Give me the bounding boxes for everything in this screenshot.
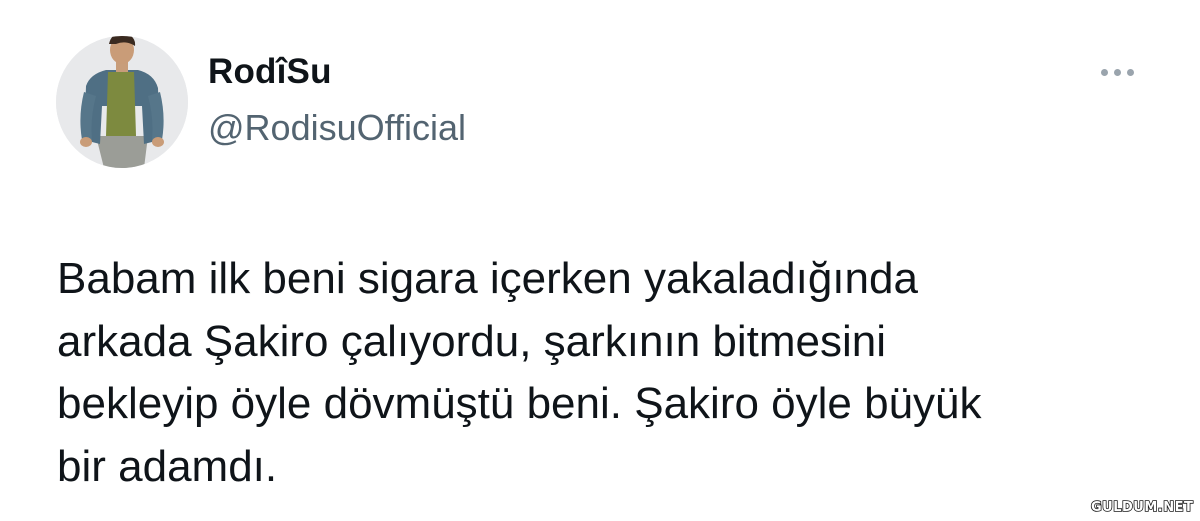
dot	[1114, 68, 1121, 76]
dot	[1101, 68, 1108, 76]
avatar-image	[56, 36, 188, 168]
more-options-button[interactable]	[1097, 60, 1143, 84]
display-name[interactable]: RodîSu	[208, 52, 332, 92]
tweet-text-line: Babam ilk beni sigara içerken yakaladığı…	[57, 254, 918, 303]
tweet-text-line: bir adamdı.	[57, 441, 278, 491]
tweet-text-line: bekleyip öyle dövmüştü beni. Şakiro öyle…	[57, 379, 982, 428]
more-horizontal-icon	[1101, 68, 1134, 76]
tweet-text-line: arkada Şakiro çalıyordu, şarkının bitmes…	[57, 316, 887, 366]
user-handle[interactable]: @RodisuOfficial	[208, 107, 466, 149]
tweet-text: Babam ilk beni sigara içerken yakaladığı…	[57, 248, 1157, 498]
tweet-card: RodîSu @RodisuOfficial Babam ilk beni si…	[0, 0, 1200, 521]
avatar[interactable]	[56, 36, 188, 168]
dot	[1127, 68, 1134, 76]
watermark: GULDUM.NET	[1090, 499, 1194, 516]
